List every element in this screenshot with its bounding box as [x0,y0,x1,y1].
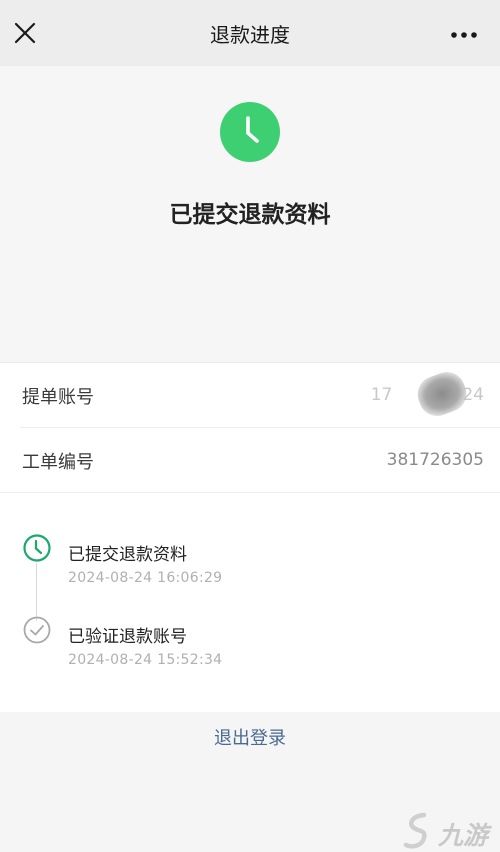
status-hero: 已提交退款资料 [0,66,500,362]
check-circle-icon [23,616,51,644]
close-button[interactable] [10,18,40,48]
timeline-step-title: 已验证退款账号 [68,627,187,647]
account-row: 提单账号 17 24 [0,363,500,427]
timeline-step-title: 已提交退款资料 [68,545,187,565]
page-title: 退款进度 [210,23,290,47]
more-dots-icon [451,32,477,38]
account-label: 提单账号 [22,387,94,408]
progress-timeline: 已提交退款资料 2024-08-24 16:06:29 已验证退款账号 2024… [0,492,500,713]
timeline-step-time: 2024-08-24 15:52:34 [68,652,223,668]
watermark-text: 九游 [438,821,489,850]
status-title: 已提交退款资料 [169,202,331,228]
ticket-row: 工单编号 381726305 [0,428,500,492]
ticket-number: 381726305 [386,450,484,470]
ticket-info: 提单账号 17 24 工单编号 381726305 [0,362,500,493]
redaction-scribble [412,366,472,422]
nav-bar: 退款进度 [0,0,500,66]
ticket-label: 工单编号 [22,452,94,473]
clock-icon [23,534,51,562]
timeline-connector [36,563,37,621]
logout-link[interactable]: 退出登录 [0,724,500,750]
watermark: 九游 [402,812,498,852]
close-icon [14,22,36,44]
account-value-prefix: 17 [370,385,393,405]
watermark-logo-icon [403,812,427,849]
footer: 退出登录 九游 [0,712,500,852]
more-button[interactable] [446,20,482,50]
timeline-step-time: 2024-08-24 16:06:29 [68,570,223,586]
clock-icon [220,102,280,162]
